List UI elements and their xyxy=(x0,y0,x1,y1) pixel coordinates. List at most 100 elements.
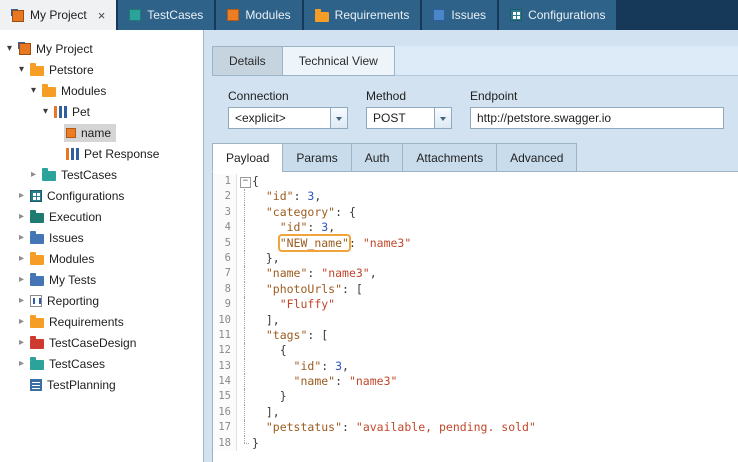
tree-item-issues[interactable]: ▸Issues xyxy=(0,227,203,248)
code-token: "tags" xyxy=(266,328,308,342)
top-tab-configurations[interactable]: Configurations xyxy=(499,0,616,30)
tree-item-requirements[interactable]: ▸Requirements xyxy=(0,311,203,332)
folder-darkteal-icon xyxy=(30,213,44,223)
tree-item-testcases[interactable]: ▸ TestCases xyxy=(0,164,203,185)
fold-guide-line xyxy=(237,343,252,358)
code-token: : xyxy=(294,189,308,203)
tree-item-modules[interactable]: ▸ Modules xyxy=(0,248,203,269)
method-select[interactable]: POST xyxy=(366,107,452,129)
code-text: "Fluffy" xyxy=(252,297,335,312)
expand-arrow-icon[interactable]: ▸ xyxy=(15,191,28,201)
code-token: ], xyxy=(252,313,280,327)
code-token: : xyxy=(307,220,321,234)
fold-toggle-icon[interactable] xyxy=(237,174,252,189)
fold-guide-line xyxy=(237,436,252,451)
code-token: { xyxy=(252,343,287,357)
code-token: } xyxy=(252,436,259,450)
expand-arrow-icon[interactable]: ▸ xyxy=(15,212,28,222)
configurations-icon xyxy=(30,190,42,202)
payload-editor[interactable]: 1{2 "id": 3,3 "category": {4 "id": 3,5 "… xyxy=(212,171,738,462)
tree-item-content: TestCaseDesign xyxy=(28,334,141,352)
editor-line: 15 } xyxy=(213,389,738,404)
code-token: , xyxy=(328,220,335,234)
connection-select[interactable]: <explicit> xyxy=(228,107,348,129)
tree-item-pet-response[interactable]: Pet Response xyxy=(0,143,203,164)
code-text: "id": 3, xyxy=(252,220,335,235)
payload-tab-advanced[interactable]: Advanced xyxy=(496,143,577,172)
editor-line: 4 "id": 3, xyxy=(213,220,738,235)
editor-line: 14 "name": "name3" xyxy=(213,374,738,389)
tree-item-configurations[interactable]: ▸Configurations xyxy=(0,185,203,206)
payload-tab-auth[interactable]: Auth xyxy=(351,143,403,172)
tree-item-content: Reporting xyxy=(28,292,104,310)
fold-guide-line xyxy=(237,420,252,435)
top-tab-testcases[interactable]: TestCases xyxy=(118,0,214,30)
code-token: "name" xyxy=(266,266,308,280)
code-token: : xyxy=(335,374,349,388)
tree-item-my-project[interactable]: ▾My Project xyxy=(0,38,203,59)
expand-arrow-icon[interactable]: ▸ xyxy=(15,254,28,264)
code-token xyxy=(252,220,280,234)
top-tab-label: Requirements xyxy=(335,8,410,22)
expand-arrow-icon[interactable]: ▸ xyxy=(15,233,28,243)
payload-tab-params[interactable]: Params xyxy=(282,143,350,172)
payload-tab-payload[interactable]: Payload xyxy=(212,143,282,172)
view-tab-technical-view[interactable]: Technical View xyxy=(282,46,395,76)
method-value: POST xyxy=(367,111,434,125)
tree-item-my-tests[interactable]: ▸My Tests xyxy=(0,269,203,290)
fold-guide-line xyxy=(237,359,252,374)
chevron-down-icon[interactable] xyxy=(330,108,347,128)
tree-item-execution[interactable]: ▸Execution xyxy=(0,206,203,227)
tree-item-label: TestCases xyxy=(61,168,117,182)
top-tab-my-project[interactable]: My Project× xyxy=(0,0,116,30)
fold-guide-line xyxy=(237,266,252,281)
project-icon xyxy=(11,9,24,22)
folder-blue-icon xyxy=(30,276,44,286)
expand-arrow-icon[interactable]: ▸ xyxy=(15,338,28,348)
code-token: : xyxy=(307,266,321,280)
payload-tab-attachments[interactable]: Attachments xyxy=(402,143,496,172)
tree-item-content: name xyxy=(64,124,116,142)
tree-item-name[interactable]: name xyxy=(0,122,203,143)
expand-arrow-icon[interactable]: ▸ xyxy=(27,170,40,180)
top-tab-issues[interactable]: Issues xyxy=(422,0,497,30)
view-tab-details[interactable]: Details xyxy=(212,46,282,76)
tree-item-reporting[interactable]: ▸Reporting xyxy=(0,290,203,311)
endpoint-input[interactable] xyxy=(470,107,724,129)
collapse-arrow-icon[interactable]: ▾ xyxy=(3,44,16,54)
line-number: 16 xyxy=(213,405,237,420)
expand-arrow-icon[interactable]: ▸ xyxy=(15,359,28,369)
expand-arrow-icon[interactable]: ▸ xyxy=(15,275,28,285)
line-number: 13 xyxy=(213,359,237,374)
tree-item-modules[interactable]: ▾Modules xyxy=(0,80,203,101)
tree-item-label: Modules xyxy=(49,252,94,266)
collapse-arrow-icon[interactable]: ▾ xyxy=(15,65,28,75)
tree-item-pet[interactable]: ▾Pet xyxy=(0,101,203,122)
folder-teal-icon xyxy=(42,171,56,181)
top-tab-requirements[interactable]: Requirements xyxy=(304,0,421,30)
line-number: 5 xyxy=(213,236,237,251)
code-text: "category": { xyxy=(252,205,356,220)
chevron-down-icon[interactable] xyxy=(434,108,451,128)
code-token: , xyxy=(314,189,321,203)
line-number: 6 xyxy=(213,251,237,266)
expand-arrow-icon[interactable]: ▸ xyxy=(15,296,28,306)
tree-item-content: Pet xyxy=(52,103,95,121)
tree-item-testcasedesign[interactable]: ▸TestCaseDesign xyxy=(0,332,203,353)
tree-item-testplanning[interactable]: TestPlanning xyxy=(0,374,203,395)
code-token xyxy=(252,236,280,250)
code-token: : xyxy=(321,359,335,373)
tree-item-petstore[interactable]: ▾Petstore xyxy=(0,59,203,80)
expand-arrow-icon[interactable]: ▸ xyxy=(15,317,28,327)
collapse-arrow-icon[interactable]: ▾ xyxy=(39,107,52,117)
tree-item-testcases[interactable]: ▸TestCases xyxy=(0,353,203,374)
close-icon[interactable]: × xyxy=(98,9,106,22)
folder-orange-icon xyxy=(30,66,44,76)
code-token xyxy=(252,205,266,219)
collapse-arrow-icon[interactable]: ▾ xyxy=(27,86,40,96)
view-tabs: DetailsTechnical View xyxy=(212,46,738,76)
fold-guide-line xyxy=(237,205,252,220)
sidebar: ▾My Project▾Petstore▾Modules▾PetnamePet … xyxy=(0,30,204,462)
top-tab-modules[interactable]: Modules xyxy=(216,0,301,30)
code-text: ], xyxy=(252,313,280,328)
